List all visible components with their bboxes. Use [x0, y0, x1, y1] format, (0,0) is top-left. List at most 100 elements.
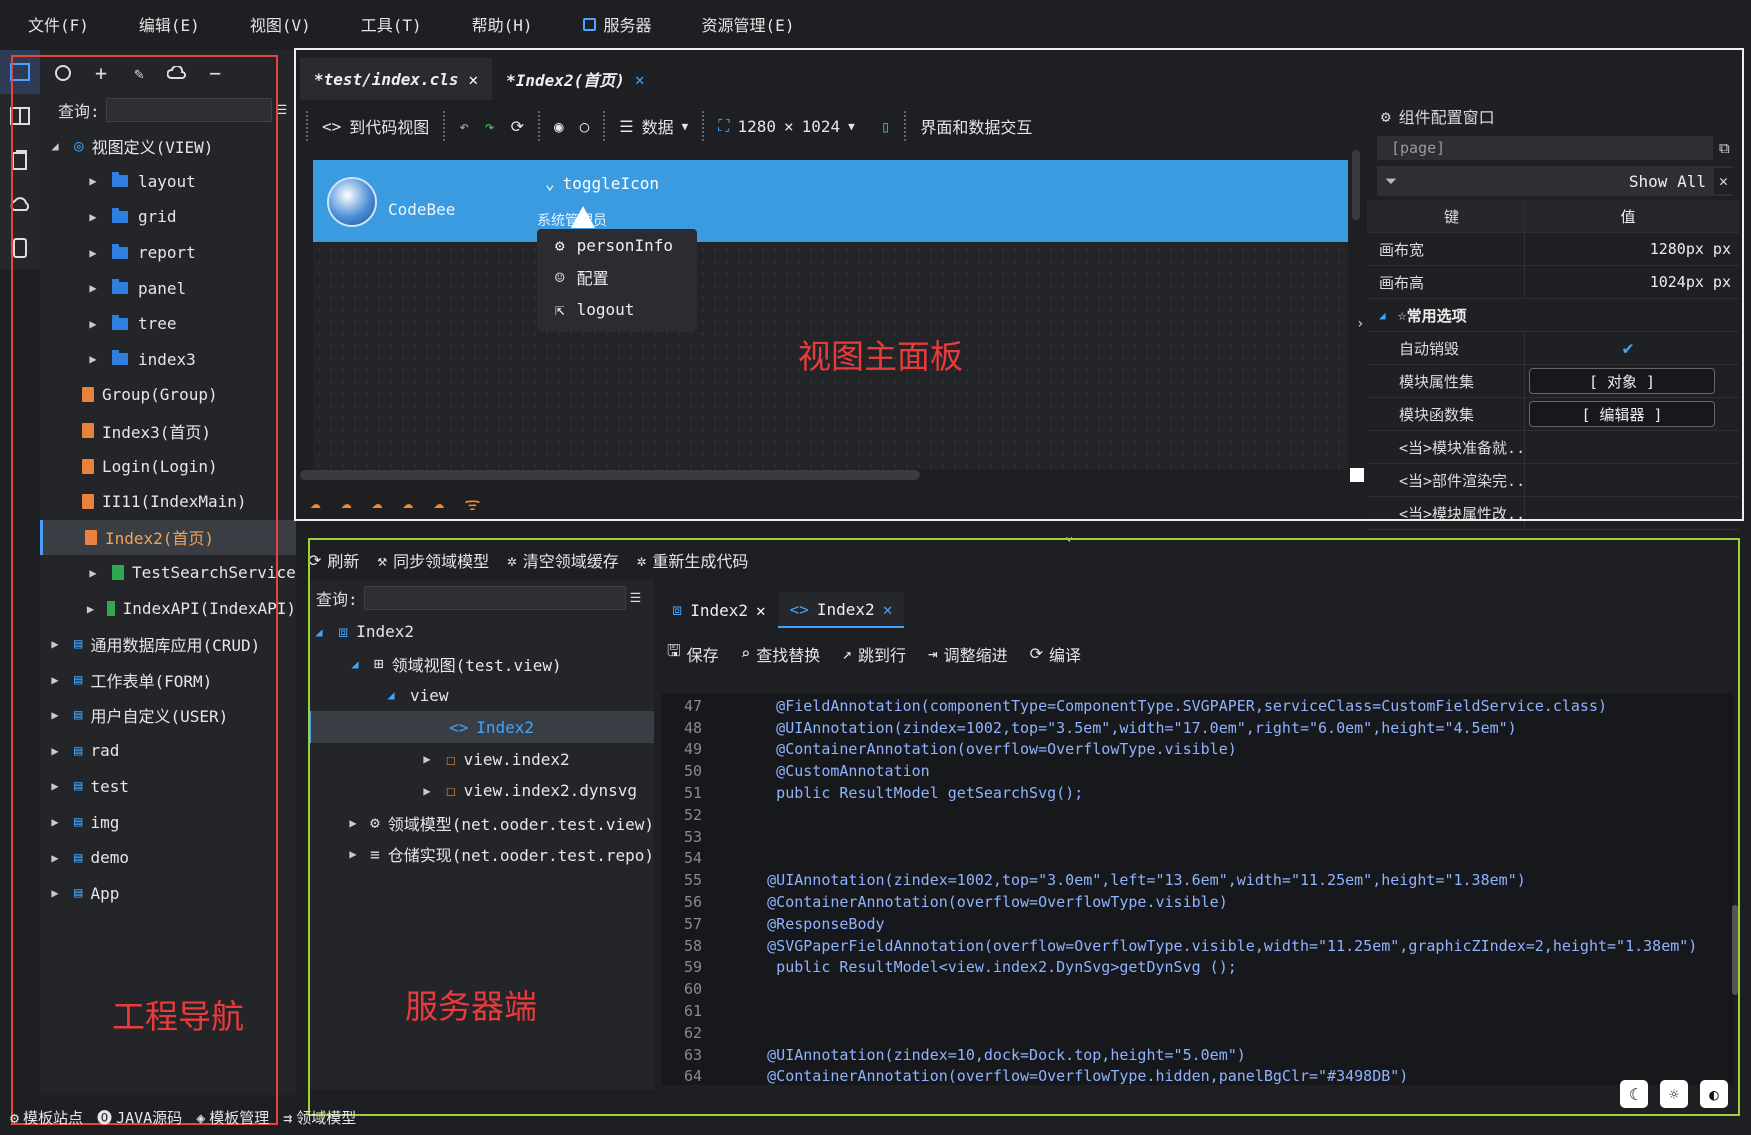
page-field[interactable]: [page]: [1377, 136, 1713, 160]
circle-icon[interactable]: ○: [580, 117, 590, 136]
menu-server[interactable]: 服务器: [555, 12, 674, 36]
menu-file[interactable]: 文件(F): [0, 12, 111, 36]
prop-value[interactable]: 1024px px: [1525, 266, 1739, 298]
server-tree-item[interactable]: ▶ ⚙ 领域模型(net.ooder.test.view): [308, 807, 654, 839]
close-icon[interactable]: ✕: [883, 600, 893, 619]
undo-icon[interactable]: ↶: [459, 117, 469, 136]
expand-arrow-icon[interactable]: ◢: [312, 625, 326, 639]
tree-item[interactable]: Index2(首页): [40, 519, 296, 556]
page-icon[interactable]: [0, 138, 40, 182]
filter-icon[interactable]: ☰: [276, 103, 288, 118]
close-icon[interactable]: ✕: [756, 601, 766, 620]
panel-collapse-icon[interactable]: ›: [1356, 316, 1364, 332]
domain-model-button[interactable]: ⇉ 领域模型: [283, 1107, 356, 1128]
tab-test-index[interactable]: *test/index.cls ✕: [300, 58, 493, 100]
horizontal-scrollbar[interactable]: [300, 470, 920, 480]
menu-tools[interactable]: 工具(T): [333, 12, 444, 36]
option-value[interactable]: [1525, 497, 1739, 529]
server-tree-item[interactable]: ▶ ☐ view.index2: [308, 743, 654, 775]
reload-icon[interactable]: ⟳: [511, 117, 524, 136]
cloud-icon[interactable]: ☁: [403, 492, 414, 516]
tree-item[interactable]: ▶ IndexAPI(IndexAPI): [40, 591, 296, 627]
close-icon[interactable]: ✕: [635, 70, 645, 89]
option-row[interactable]: <当>部件渲染完...: [1367, 464, 1739, 497]
tree-item[interactable]: II11(IndexMain): [40, 484, 296, 520]
server-tree-item[interactable]: ▶ ≡ 仓储实现(net.ooder.test.repo): [308, 839, 654, 871]
data-dropdown[interactable]: ☰ 数据 ▼: [603, 111, 702, 141]
filter-icon[interactable]: ☰: [630, 591, 642, 606]
menu-view[interactable]: 视图(V): [222, 12, 333, 36]
tree-item[interactable]: ▶ grid: [40, 199, 296, 235]
server-tree-item[interactable]: ◢ ⊞ 领域视图(test.view): [308, 648, 654, 680]
server-tree-item[interactable]: ◢ ⧈ Index2: [308, 616, 654, 648]
option-row[interactable]: 模块函数集[ 编辑器 ]: [1367, 398, 1739, 431]
expand-arrow-icon[interactable]: ▶: [48, 637, 62, 651]
redo-icon[interactable]: ↷: [485, 117, 495, 136]
expand-arrow-icon[interactable]: ▶: [48, 886, 62, 900]
clear-filter-icon[interactable]: ✕: [1713, 168, 1733, 194]
tree-item[interactable]: ▶ ▤ demo: [40, 840, 296, 876]
toggle-icon-item[interactable]: ⌄ toggleIcon: [545, 174, 659, 193]
section-common[interactable]: ◢ ☆ 常用选项: [1367, 299, 1739, 332]
expand-arrow-icon[interactable]: ▶: [86, 210, 100, 224]
goto-line-button[interactable]: ↗ 跳到行: [842, 640, 906, 667]
menu-help[interactable]: 帮助(H): [444, 12, 555, 36]
expand-arrow-icon[interactable]: ▶: [86, 566, 100, 580]
editor-tab-index2[interactable]: ⧈ Index2 ✕: [660, 592, 778, 628]
tab-index2[interactable]: *Index2(首页) ✕: [492, 58, 659, 100]
menu-item-logout[interactable]: ⇱ logout: [537, 293, 697, 325]
expand-arrow-icon[interactable]: ▶: [86, 317, 100, 331]
server-tree-item[interactable]: <> Index2: [308, 711, 654, 744]
find-replace-button[interactable]: ⌕ 查找替换: [741, 640, 821, 667]
expand-arrow-icon[interactable]: ◢: [348, 657, 362, 671]
tree-item[interactable]: ▶ ▤ rad: [40, 733, 296, 769]
cloud-icon[interactable]: ☁: [310, 492, 321, 516]
tree-item[interactable]: Login(Login): [40, 448, 296, 484]
tree-item[interactable]: ▶ TestSearchService: [40, 555, 296, 591]
tree-item[interactable]: ▶ ▤ 工作表单(FORM): [40, 662, 296, 698]
open-external-icon[interactable]: ⧉: [1719, 139, 1730, 157]
cloud-icon[interactable]: ☁: [372, 492, 383, 516]
option-row[interactable]: <当>模块准备就...: [1367, 431, 1739, 464]
expand-arrow-icon[interactable]: ▶: [420, 784, 434, 798]
cloud-icon[interactable]: ☁: [433, 492, 444, 516]
upload-cloud-icon[interactable]: [166, 62, 188, 84]
header-banner[interactable]: CodeBee ⌄ toggleIcon 系统管理员: [313, 160, 1348, 242]
vertical-scrollbar[interactable]: [1352, 150, 1360, 220]
option-value[interactable]: [1525, 464, 1739, 496]
tree-item[interactable]: ▶ ▤ img: [40, 804, 296, 840]
expand-arrow-icon[interactable]: ▶: [86, 174, 100, 188]
expand-arrow-icon[interactable]: ▶: [420, 752, 434, 766]
tree-item[interactable]: ▶ ▤ 通用数据库应用(CRUD): [40, 626, 296, 662]
expand-arrow-icon[interactable]: ▶: [86, 246, 100, 260]
compile-button[interactable]: ⟳ 编译: [1030, 640, 1081, 667]
tree-item[interactable]: ▶ ▤ 用户自定义(USER): [40, 698, 296, 734]
format-indent-button[interactable]: ⇥ 调整缩进: [928, 640, 1008, 667]
option-value[interactable]: [ 编辑器 ]: [1525, 398, 1739, 430]
expand-arrow-icon[interactable]: ◢: [48, 139, 62, 153]
cloud-icon[interactable]: [0, 182, 40, 226]
clear-cache-button[interactable]: ✲ 清空领域缓存: [507, 548, 619, 572]
rss-icon[interactable]: ᯤ: [464, 492, 480, 516]
regen-code-button[interactable]: ✲ 重新生成代码: [637, 548, 749, 572]
query-input[interactable]: [105, 98, 272, 122]
save-button[interactable]: 🖫 保存: [667, 640, 719, 667]
option-button[interactable]: [ 编辑器 ]: [1529, 401, 1715, 427]
server-tree-item[interactable]: ▶ ☐ view.index2.dynsvg: [308, 775, 654, 807]
expand-arrow-icon[interactable]: ▶: [348, 847, 358, 861]
show-all-button[interactable]: Show All: [1629, 172, 1706, 191]
option-row[interactable]: 自动销毁 ✔: [1367, 332, 1739, 365]
option-value[interactable]: ✔: [1525, 332, 1739, 364]
sun-icon[interactable]: ☼: [1660, 1080, 1688, 1108]
tree-item[interactable]: ▶ layout: [40, 164, 296, 200]
menu-item-config[interactable]: ☺ 配置: [537, 261, 697, 293]
tree-item[interactable]: ▶ report: [40, 235, 296, 271]
expand-arrow-icon[interactable]: ▶: [48, 708, 62, 722]
expand-arrow-icon[interactable]: ▶: [348, 816, 358, 830]
expand-arrow-icon[interactable]: ◢: [384, 688, 398, 702]
tree-item[interactable]: ▶ index3: [40, 342, 296, 378]
tree-item[interactable]: ▶ ▤ App: [40, 875, 296, 911]
to-code-button[interactable]: <> 到代码视图: [306, 111, 443, 141]
contrast-icon[interactable]: ◐: [1700, 1080, 1728, 1108]
prop-value[interactable]: 1280px px: [1525, 233, 1739, 265]
